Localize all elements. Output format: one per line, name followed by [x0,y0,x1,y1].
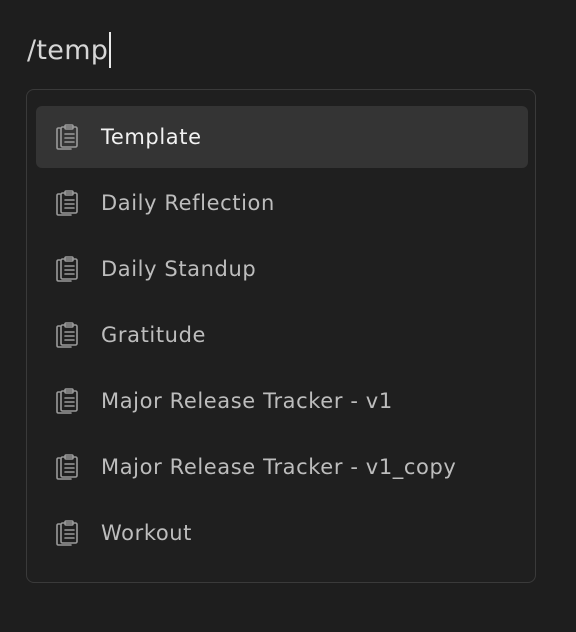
slash-command-input[interactable]: /temp [27,30,112,70]
template-icon [54,320,82,350]
template-option-label: Daily Reflection [101,191,275,215]
template-suggestion-menu: Template Daily Reflection Daily Standup … [26,89,536,583]
template-option-label: Workout [101,521,193,545]
template-option-major-release-tracker-v1-copy[interactable]: Major Release Tracker - v1_copy [36,436,528,498]
template-icon [54,518,82,548]
slash-command-query: /temp [27,34,109,66]
template-icon [54,188,82,218]
template-option-daily-reflection[interactable]: Daily Reflection [36,172,528,234]
template-icon [54,386,82,416]
text-cursor [109,32,112,68]
template-option-major-release-tracker-v1[interactable]: Major Release Tracker - v1 [36,370,528,432]
template-icon [54,122,82,152]
template-icon [54,254,82,284]
template-option-daily-standup[interactable]: Daily Standup [36,238,528,300]
template-option-label: Major Release Tracker - v1 [101,389,393,413]
template-option-workout[interactable]: Workout [36,502,528,564]
template-icon [54,452,82,482]
template-list: Template Daily Reflection Daily Standup … [36,106,528,568]
template-option-label: Daily Standup [101,257,257,281]
template-option-label: Template [101,125,202,149]
template-option-template[interactable]: Template [36,106,528,168]
template-option-label: Major Release Tracker - v1_copy [101,455,457,479]
template-option-label: Gratitude [101,323,207,347]
template-option-gratitude[interactable]: Gratitude [36,304,528,366]
